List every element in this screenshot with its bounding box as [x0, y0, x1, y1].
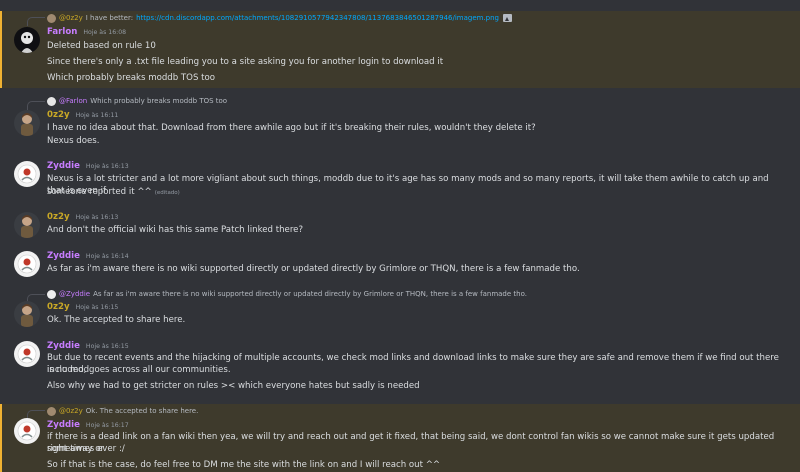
image-icon	[503, 14, 513, 22]
reply-preview[interactable]: @0z2y I have better: https://cdn.discord…	[47, 12, 513, 24]
reply-author[interactable]: @Zyddie	[59, 290, 90, 298]
reply-text: As far as i'm aware there is no wiki sup…	[93, 290, 527, 298]
message-text: someone reported it ^^ (editado)	[47, 186, 782, 199]
message-farlon-1[interactable]: @0z2y I have better: https://cdn.discord…	[0, 11, 800, 88]
edited-label: (editado)	[154, 190, 180, 196]
reply-preview[interactable]: @Farlon Which probably breaks moddb TOS …	[47, 95, 227, 107]
avatar-mini-zyddie	[47, 289, 56, 299]
reply-text: Which probably breaks moddb TOS too	[90, 97, 228, 105]
message-text: And don't the official wiki has this sam…	[47, 225, 304, 235]
username[interactable]: Zyddie	[47, 251, 80, 261]
message-zyddie-4[interactable]: @0z2y Ok. The accepted to share here. Zy…	[0, 404, 800, 472]
avatar-mini-farlon	[47, 96, 56, 106]
reply-author[interactable]: @0z2y	[59, 407, 83, 415]
timestamp[interactable]: Hoje às 16:15	[76, 304, 119, 311]
message-text: I have no idea about that. Download from…	[47, 123, 536, 133]
reply-preview[interactable]: @0z2y Ok. The accepted to share here.	[47, 405, 198, 417]
avatar-farlon[interactable]	[14, 27, 40, 53]
avatar-zyddie[interactable]	[14, 341, 40, 367]
message-text: So if that is the case, do feel free to …	[47, 460, 441, 470]
reply-author[interactable]: @Farlon	[59, 97, 87, 105]
message-header: Zyddie Hoje às 16:14	[47, 251, 129, 262]
message-text: Nexus does.	[47, 136, 100, 146]
username[interactable]: Zyddie	[47, 420, 80, 430]
message-oz2y-1[interactable]: @Farlon Which probably breaks moddb TOS …	[0, 95, 800, 150]
message-text: Which probably breaks moddb TOS too	[47, 73, 216, 83]
reply-connector	[27, 17, 45, 26]
message-header: Farlon Hoje às 16:08	[47, 27, 126, 38]
timestamp[interactable]: Hoje às 16:08	[83, 29, 126, 36]
reply-text: Ok. The accepted to share here.	[85, 407, 199, 415]
timestamp[interactable]: Hoje às 16:14	[86, 253, 129, 260]
username[interactable]: 0z2y	[47, 302, 70, 312]
username[interactable]: Zyddie	[47, 341, 80, 351]
message-text: As far as i'm aware there is no wiki sup…	[47, 264, 580, 274]
message-zyddie-2[interactable]: Zyddie Hoje às 16:14 As far as i'm aware…	[0, 250, 800, 280]
message-text: Also why we had to get stricter on rules…	[47, 381, 420, 391]
timestamp[interactable]: Hoje às 16:17	[86, 422, 129, 429]
message-text: Ok. The accepted to share here.	[47, 315, 186, 325]
message-oz2y-3[interactable]: @Zyddie As far as i'm aware there is no …	[0, 288, 800, 330]
message-header: Zyddie Hoje às 16:13	[47, 161, 129, 172]
message-zyddie-1[interactable]: Zyddie Hoje às 16:13 Nexus is a lot stri…	[0, 160, 800, 200]
avatar-oz2y[interactable]	[14, 110, 40, 136]
message-header: Zyddie Hoje às 16:17	[47, 420, 129, 431]
username[interactable]: 0z2y	[47, 212, 70, 222]
message-header: 0z2y Hoje às 16:15	[47, 302, 118, 313]
message-header: Zyddie Hoje às 16:15	[47, 341, 129, 352]
message-header: 0z2y Hoje às 16:11	[47, 110, 118, 121]
avatar-oz2y[interactable]	[14, 212, 40, 238]
message-text-part: someone reported it ^^	[47, 187, 152, 197]
timestamp[interactable]: Hoje às 16:11	[76, 112, 119, 119]
avatar-zyddie[interactable]	[14, 418, 40, 444]
reply-link[interactable]: https://cdn.discordapp.com/attachments/1…	[136, 14, 499, 22]
reply-author[interactable]: @0z2y	[59, 14, 83, 22]
message-text: Since there's only a .txt file leading y…	[47, 57, 444, 67]
message-text: included, goes across all our communitie…	[47, 365, 231, 375]
timestamp[interactable]: Hoje às 16:15	[86, 343, 129, 350]
message-text: sometimes ever :/	[47, 444, 125, 454]
username[interactable]: Zyddie	[47, 161, 80, 171]
avatar-mini-oz2y	[47, 13, 56, 23]
avatar-zyddie[interactable]	[14, 161, 40, 187]
reply-text: I have better:	[85, 14, 134, 22]
username[interactable]: Farlon	[47, 27, 77, 37]
message-zyddie-3[interactable]: Zyddie Hoje às 16:15 But due to recent e…	[0, 340, 800, 396]
timestamp[interactable]: Hoje às 16:13	[76, 214, 119, 221]
avatar-oz2y[interactable]	[14, 301, 40, 327]
message-text: Deleted based on rule 10	[47, 41, 156, 51]
message-header: 0z2y Hoje às 16:13	[47, 212, 118, 223]
timestamp[interactable]: Hoje às 16:13	[86, 163, 129, 170]
message-oz2y-2[interactable]: 0z2y Hoje às 16:13 And don't the officia…	[0, 211, 800, 241]
reply-connector	[27, 101, 45, 110]
avatar-zyddie[interactable]	[14, 251, 40, 277]
username[interactable]: 0z2y	[47, 110, 70, 120]
avatar-mini-oz2y	[47, 406, 56, 416]
reply-preview[interactable]: @Zyddie As far as i'm aware there is no …	[47, 288, 527, 300]
